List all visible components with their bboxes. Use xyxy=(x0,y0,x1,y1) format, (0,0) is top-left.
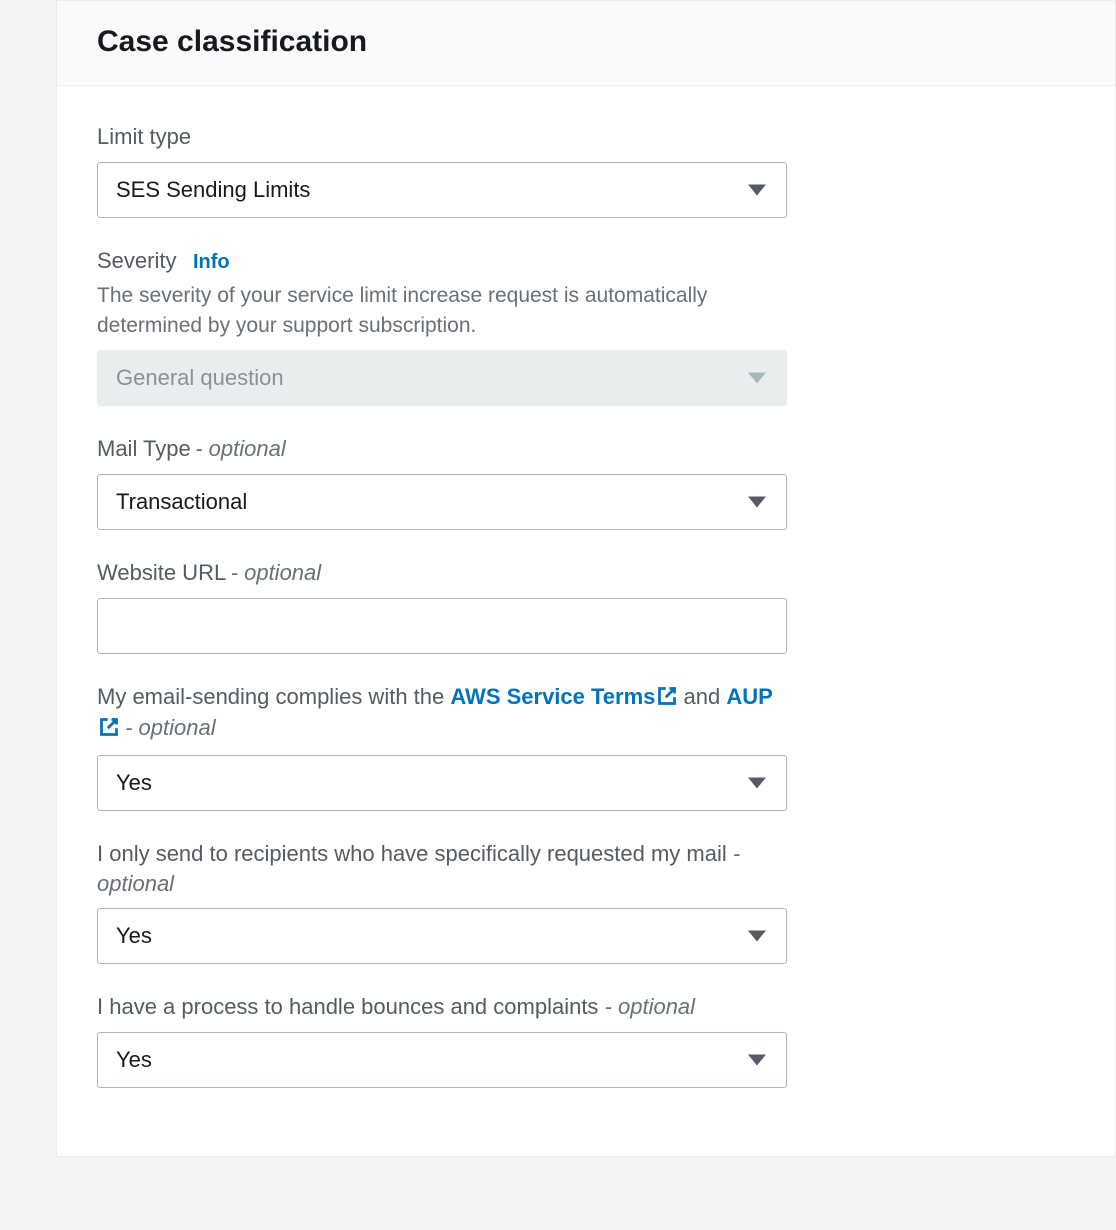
severity-group: Severity Info The severity of your servi… xyxy=(97,246,787,406)
recipients-group: I only send to recipients who have speci… xyxy=(97,839,787,964)
compliance-value: Yes xyxy=(116,770,152,796)
website-url-group: Website URL - optional xyxy=(97,558,787,654)
bounces-value: Yes xyxy=(116,1047,152,1073)
chevron-down-icon xyxy=(748,373,766,384)
compliance-label-pre: My email-sending complies with the xyxy=(97,684,450,709)
mail-type-value: Transactional xyxy=(116,489,247,515)
panel-body: Limit type SES Sending Limits Severity I… xyxy=(57,86,1115,1156)
severity-value: General question xyxy=(116,365,284,391)
compliance-label-mid: and xyxy=(677,684,726,709)
website-url-optional: - optional xyxy=(231,560,322,585)
mail-type-optional: - optional xyxy=(195,436,286,461)
severity-label: Severity xyxy=(97,248,176,273)
website-url-label: Website URL xyxy=(97,560,226,585)
chevron-down-icon xyxy=(748,496,766,507)
recipients-label: I only send to recipients who have speci… xyxy=(97,841,727,866)
compliance-select[interactable]: Yes xyxy=(97,755,787,811)
bounces-select[interactable]: Yes xyxy=(97,1032,787,1088)
panel-title: Case classification xyxy=(97,25,1075,59)
mail-type-select[interactable]: Transactional xyxy=(97,474,787,530)
chevron-down-icon xyxy=(748,1054,766,1065)
left-gutter xyxy=(0,0,56,1157)
compliance-optional: - optional xyxy=(119,715,216,740)
limit-type-label: Limit type xyxy=(97,124,191,149)
website-url-input[interactable] xyxy=(97,598,787,654)
case-classification-panel: Case classification Limit type SES Sendi… xyxy=(56,0,1116,1157)
severity-help-text: The severity of your service limit incre… xyxy=(97,281,787,340)
bounces-group: I have a process to handle bounces and c… xyxy=(97,992,787,1088)
bounces-optional: - optional xyxy=(598,994,695,1019)
severity-select: General question xyxy=(97,350,787,406)
chevron-down-icon xyxy=(748,777,766,788)
severity-info-link[interactable]: Info xyxy=(193,251,230,273)
aws-service-terms-link[interactable]: AWS Service Terms xyxy=(450,684,677,709)
recipients-select[interactable]: Yes xyxy=(97,908,787,964)
bounces-label: I have a process to handle bounces and c… xyxy=(97,994,598,1019)
external-link-icon xyxy=(657,684,677,714)
chevron-down-icon xyxy=(748,931,766,942)
external-link-icon xyxy=(99,715,119,745)
panel-header: Case classification xyxy=(57,1,1115,86)
limit-type-group: Limit type SES Sending Limits xyxy=(97,122,787,218)
limit-type-select[interactable]: SES Sending Limits xyxy=(97,162,787,218)
compliance-group: My email-sending complies with the AWS S… xyxy=(97,682,787,811)
mail-type-label: Mail Type xyxy=(97,436,191,461)
mail-type-group: Mail Type - optional Transactional xyxy=(97,434,787,530)
limit-type-value: SES Sending Limits xyxy=(116,177,310,203)
chevron-down-icon xyxy=(748,184,766,195)
recipients-value: Yes xyxy=(116,923,152,949)
